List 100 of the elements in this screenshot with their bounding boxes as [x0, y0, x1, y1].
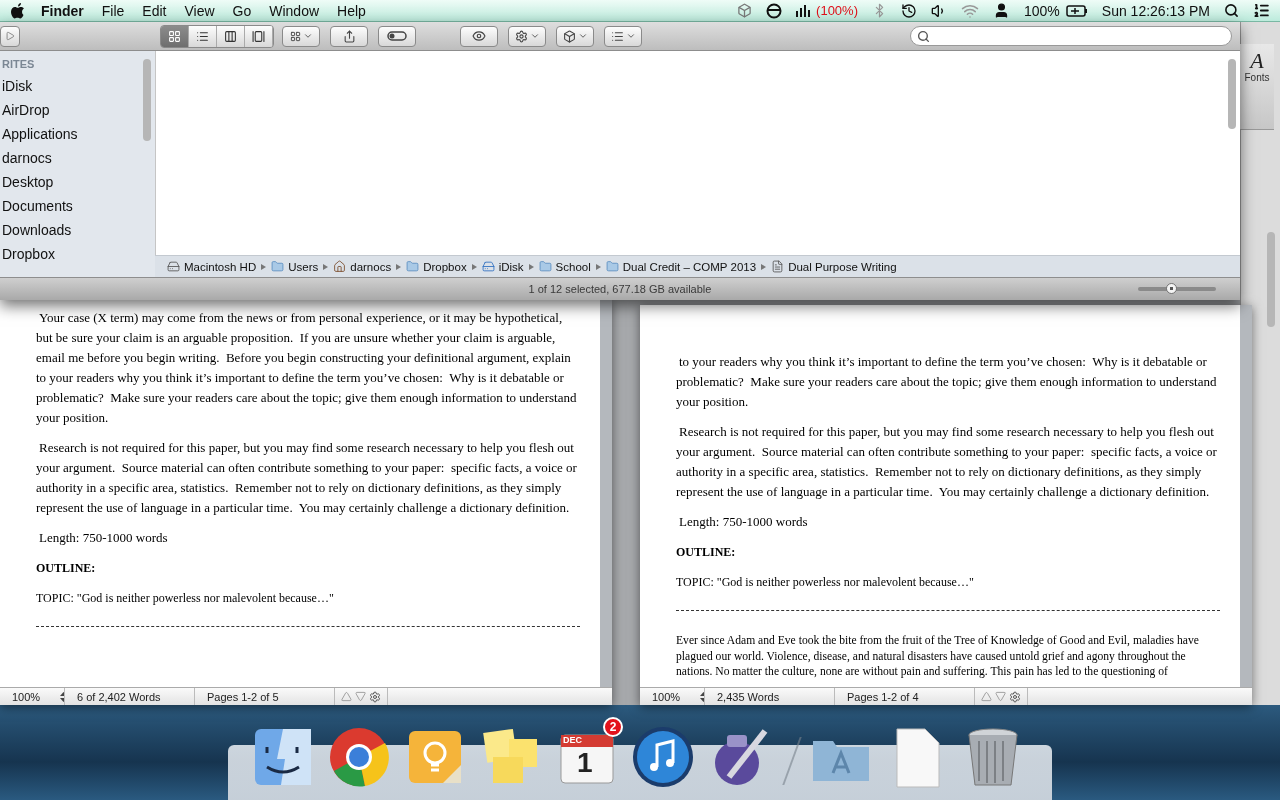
time-machine-icon — [901, 2, 917, 19]
paragraph: Length: 750-1000 words — [38, 529, 169, 547]
scrollbar-thumb[interactable] — [1228, 59, 1236, 129]
paragraph: Length: 750-1000 words — [678, 513, 809, 531]
grid-icon — [289, 30, 301, 42]
folder-icon — [406, 260, 420, 273]
paragraph: Research is not required for this paper, but you may find some research necessary to help you flesh out your argument. Source material can often contribute something to your paper: specific facts, a voice or authority in a specific area, statistics. Remember not to rely on dictionary definitions, as they simply represent the use of language in a particular time. You may certainly challenge a dictionary definition. — [36, 439, 578, 517]
sidebar-item[interactable]: AirDrop — [0, 98, 142, 122]
stepper-icon — [700, 691, 704, 702]
cover-flow-icon — [252, 29, 265, 43]
quick-look-button[interactable] — [460, 25, 498, 47]
gear-icon — [1009, 690, 1021, 703]
topic-line: TOPIC: "God is neither powerless nor malevolent because…" — [676, 574, 975, 591]
toggle-button[interactable] — [378, 25, 416, 47]
sidebar-item[interactable]: Applications — [0, 122, 142, 146]
sidebar-item[interactable]: Documents — [0, 194, 142, 218]
menu-item[interactable]: View — [175, 2, 224, 19]
status-text: 1 of 12 selected, 677.18 GB available — [528, 283, 712, 295]
view-button[interactable] — [245, 25, 273, 47]
view-button[interactable] — [189, 25, 217, 47]
arrow-icon — [471, 263, 477, 270]
menu-icon — [1253, 2, 1270, 19]
signal-bars-icon — [796, 4, 813, 17]
folder-icon — [605, 260, 619, 273]
slider-thumb[interactable] — [1165, 283, 1177, 294]
sidebar-item[interactable]: Desktop — [0, 170, 142, 194]
paragraph: Research is not required for this paper, but you may find some research necessary to help you flesh out your argument. Source material can often contribute something to your paper: specific facts, a voice or authority in a specific area, statistics. Remember not to rely on dictionary definitions, as they simply represent the use of language in a particular time. You may certainly challenge a dictionary definition. — [676, 423, 1218, 501]
paragraph: Ever since Adam and Eve took the bite from the fruit of the Tree of Knowledge of Good and Evil, maladies have plagued our world. Violence, disease, and natural disasters have caused untold grief and agony throughout the nations. No matter the culture, none are without pain and suffering. This pain has led to the questioning of — [676, 633, 1200, 680]
menu-item[interactable]: Go — [223, 2, 261, 19]
sidebar-header: RITES — [1, 58, 36, 70]
search-icon — [1224, 3, 1239, 18]
caret-icon — [529, 31, 540, 41]
gear-icon — [369, 690, 381, 703]
up-arrow-icon — [981, 691, 992, 702]
arrow-icon — [528, 263, 534, 270]
music-note-icon — [631, 725, 695, 789]
columns-icon — [224, 29, 237, 43]
path-item[interactable]: School — [538, 260, 591, 273]
share-icon — [342, 29, 356, 43]
disk-image-icon — [481, 260, 495, 273]
stepper-icon — [60, 691, 64, 702]
path-item[interactable]: Macintosh HD — [167, 260, 257, 273]
fonts-button[interactable]: A Fonts — [1240, 44, 1274, 130]
arrow-icon — [761, 263, 767, 270]
arrange-button[interactable] — [282, 25, 320, 47]
path-item[interactable]: Dual Credit – COMP 2013 — [605, 260, 757, 273]
caret-icon — [577, 31, 588, 41]
path-item[interactable]: Users — [271, 260, 319, 273]
heading: OUTLINE: — [36, 560, 97, 577]
path-item[interactable]: Dropbox — [406, 260, 467, 273]
house-icon — [333, 260, 347, 273]
folder-icon — [271, 260, 285, 273]
path-item[interactable]: iDisk — [481, 260, 524, 273]
user-icon — [993, 2, 1010, 19]
menu-item[interactable]: File — [92, 2, 134, 19]
apple-icon — [10, 1, 26, 20]
circle-slash-icon — [766, 2, 783, 19]
up-arrow-icon — [341, 691, 352, 702]
forward-button[interactable] — [0, 25, 20, 47]
arrow-icon — [261, 263, 267, 270]
dock-item[interactable]: DEC 1 2 — [555, 717, 623, 789]
scrollbar-thumb[interactable] — [143, 59, 151, 141]
share-button[interactable] — [330, 25, 368, 47]
calendar-month: DEC — [563, 735, 582, 745]
path-item[interactable]: Dual Purpose Writing — [771, 260, 897, 273]
list-icon — [610, 29, 624, 43]
search-field[interactable] — [910, 26, 1232, 46]
arrow-icon — [323, 263, 329, 270]
document-icon — [771, 260, 785, 273]
menu-item[interactable]: Edit — [133, 2, 176, 19]
sidebar-item[interactable]: Dropbox — [0, 242, 142, 266]
dropbox-button[interactable] — [556, 25, 594, 47]
app-menu[interactable]: Finder — [32, 2, 93, 19]
list-menu-button[interactable] — [604, 25, 642, 47]
menu-item[interactable]: Window — [260, 2, 329, 19]
sidebar-item[interactable]: darnocs — [0, 146, 142, 170]
battery-reading: 100% — [1024, 2, 1060, 19]
view-button[interactable] — [217, 25, 245, 47]
search-icon — [917, 29, 930, 43]
settings-icon — [514, 29, 528, 43]
eye-icon — [472, 29, 486, 43]
calendar-day: 1 — [577, 747, 593, 779]
paragraph: Your case (X term) may come from the news or from personal experience, or it may be hypothetical, but be sure your claim is an arguable proposition. If you are unsure whether your claim is arguable, email me before you begin writing. Before you begin constructing your definitional argument, explain to your readers why you think it’s important to define the term you’ve chosen: Why is it debatable or problematic? Make sure your readers care about the topic; give them enough information to understand your position. — [36, 309, 578, 427]
path-item[interactable]: darnocs — [333, 260, 392, 273]
list-icon — [196, 29, 209, 43]
forward-icon — [5, 31, 15, 41]
toggle-icon — [387, 31, 407, 41]
topic-line: TOPIC: "God is neither powerless nor malevolent because…" — [36, 590, 335, 607]
menu-item[interactable]: Help — [328, 2, 375, 19]
grid-icon — [168, 29, 181, 43]
action-button[interactable] — [508, 25, 546, 47]
arrow-icon — [396, 263, 402, 270]
box-icon — [562, 29, 576, 43]
scrollbar-thumb[interactable] — [1267, 232, 1275, 327]
clock[interactable]: Sun 12:26:13 PM — [1101, 2, 1210, 19]
paragraph: to your readers why you think it’s important to define the term you’ve chosen: Why is it debatable or problematic? Make sure your readers care about the topic; give them enough information to understand your position. — [676, 353, 1218, 411]
sidebar-item[interactable]: iDisk — [0, 74, 142, 98]
battery-icon — [1065, 4, 1088, 17]
folder-icon — [538, 260, 552, 273]
sidebar-item[interactable]: Downloads — [0, 218, 142, 242]
